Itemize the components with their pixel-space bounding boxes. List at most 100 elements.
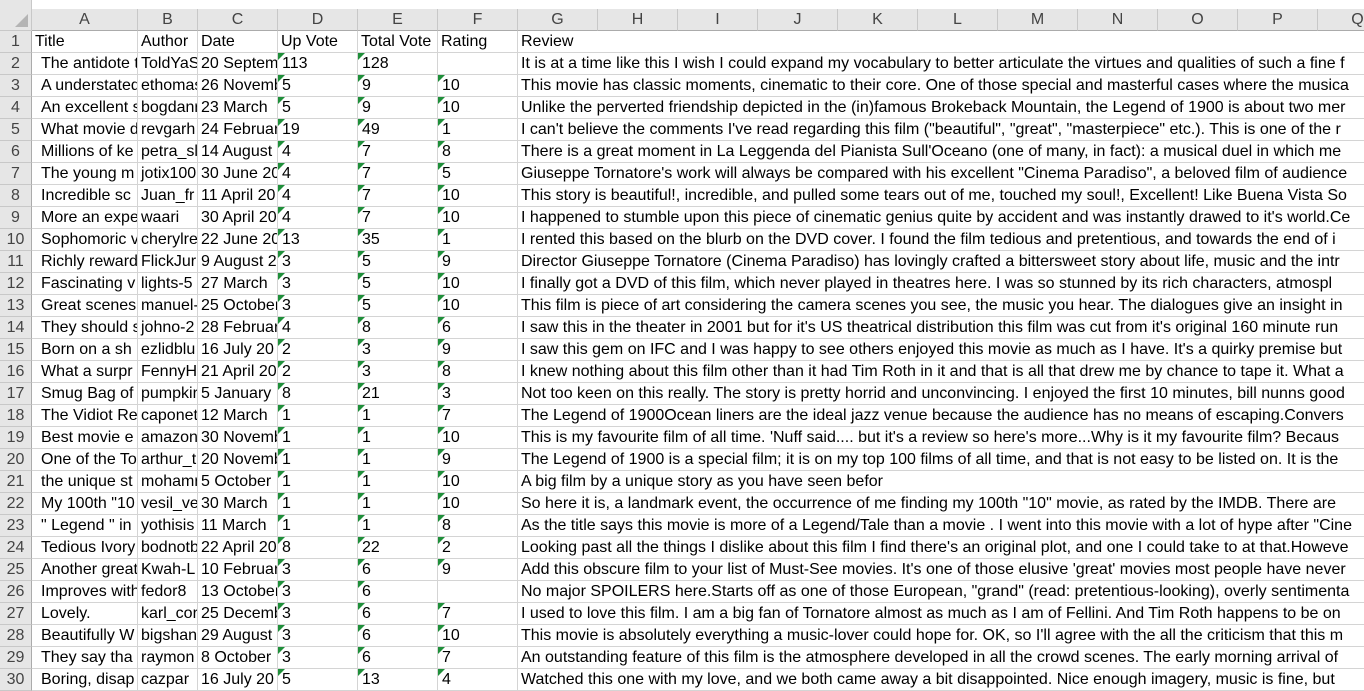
cell-b30[interactable]: cazpar: [138, 669, 198, 691]
cell-d28[interactable]: 3: [278, 625, 358, 647]
cell-d29[interactable]: 3: [278, 647, 358, 669]
cell-e3[interactable]: 9: [358, 75, 438, 97]
cell-f18[interactable]: 7: [438, 405, 518, 427]
cell-b19[interactable]: amazon: [138, 427, 198, 449]
cell-d21[interactable]: 1: [278, 471, 358, 493]
cell-d11[interactable]: 3: [278, 251, 358, 273]
cell-g12[interactable]: I finally got a DVD of this film, which …: [518, 273, 1364, 295]
cell-e29[interactable]: 6: [358, 647, 438, 669]
row-header-20[interactable]: 20: [0, 449, 32, 471]
cell-g30[interactable]: Watched this one with my love, and we bo…: [518, 669, 1364, 691]
cell-c7[interactable]: 30 June 20: [198, 163, 278, 185]
cell-d20[interactable]: 1: [278, 449, 358, 471]
column-header-h[interactable]: H: [598, 9, 678, 31]
cell-c11[interactable]: 9 August 2: [198, 251, 278, 273]
column-header-o[interactable]: O: [1158, 9, 1238, 31]
cell-c1[interactable]: Date: [198, 31, 278, 53]
row-header-30[interactable]: 30: [0, 669, 32, 691]
cell-a30[interactable]: Boring, disap: [32, 669, 138, 691]
cell-a13[interactable]: Great scenes: [32, 295, 138, 317]
cell-g27[interactable]: I used to love this film. I am a big fan…: [518, 603, 1364, 625]
cell-e20[interactable]: 1: [358, 449, 438, 471]
cell-g8[interactable]: This story is beautiful!, incredible, an…: [518, 185, 1364, 207]
cell-g6[interactable]: There is a great moment in La Leggenda d…: [518, 141, 1364, 163]
row-header-26[interactable]: 26: [0, 581, 32, 603]
cell-f10[interactable]: 1: [438, 229, 518, 251]
cell-d5[interactable]: 19: [278, 119, 358, 141]
cell-a2[interactable]: The antidote to: [32, 53, 138, 75]
cell-d16[interactable]: 2: [278, 361, 358, 383]
cell-e2[interactable]: 128: [358, 53, 438, 75]
cell-g2[interactable]: It is at a time like this I wish I could…: [518, 53, 1364, 75]
cell-b28[interactable]: bigshan: [138, 625, 198, 647]
cell-g11[interactable]: Director Giuseppe Tornatore (Cinema Para…: [518, 251, 1364, 273]
cell-f11[interactable]: 9: [438, 251, 518, 273]
cell-g4[interactable]: Unlike the perverted friendship depicted…: [518, 97, 1364, 119]
column-header-p[interactable]: P: [1238, 9, 1318, 31]
cell-f29[interactable]: 7: [438, 647, 518, 669]
cell-d14[interactable]: 4: [278, 317, 358, 339]
row-header-2[interactable]: 2: [0, 53, 32, 75]
cell-e9[interactable]: 7: [358, 207, 438, 229]
cell-c26[interactable]: 13 October: [198, 581, 278, 603]
cell-e14[interactable]: 8: [358, 317, 438, 339]
cell-a28[interactable]: Beautifully W: [32, 625, 138, 647]
cell-e23[interactable]: 1: [358, 515, 438, 537]
cell-d1[interactable]: Up Vote: [278, 31, 358, 53]
cell-f13[interactable]: 10: [438, 295, 518, 317]
column-header-k[interactable]: K: [838, 9, 918, 31]
row-header-1[interactable]: 1: [0, 31, 32, 53]
cell-a20[interactable]: One of the To: [32, 449, 138, 471]
cell-f16[interactable]: 8: [438, 361, 518, 383]
cell-a6[interactable]: Millions of ke: [32, 141, 138, 163]
column-header-b[interactable]: B: [138, 9, 198, 31]
cell-e27[interactable]: 6: [358, 603, 438, 625]
cell-f15[interactable]: 9: [438, 339, 518, 361]
cell-g28[interactable]: This movie is absolutely everything a mu…: [518, 625, 1364, 647]
cell-g16[interactable]: I knew nothing about this film other tha…: [518, 361, 1364, 383]
cell-c29[interactable]: 8 October: [198, 647, 278, 669]
cell-d19[interactable]: 1: [278, 427, 358, 449]
cell-c30[interactable]: 16 July 20: [198, 669, 278, 691]
cell-g15[interactable]: I saw this gem on IFC and I was happy to…: [518, 339, 1364, 361]
row-header-28[interactable]: 28: [0, 625, 32, 647]
cell-f2[interactable]: [438, 53, 518, 75]
row-header-12[interactable]: 12: [0, 273, 32, 295]
row-header-22[interactable]: 22: [0, 493, 32, 515]
cell-g22[interactable]: So here it is, a landmark event, the occ…: [518, 493, 1364, 515]
cell-e26[interactable]: 6: [358, 581, 438, 603]
cell-e8[interactable]: 7: [358, 185, 438, 207]
cell-a16[interactable]: What a surpr: [32, 361, 138, 383]
cell-e18[interactable]: 1: [358, 405, 438, 427]
cell-f7[interactable]: 5: [438, 163, 518, 185]
cell-d13[interactable]: 3: [278, 295, 358, 317]
cell-g3[interactable]: This movie has classic moments, cinemati…: [518, 75, 1364, 97]
column-header-d[interactable]: D: [278, 9, 358, 31]
cell-e15[interactable]: 3: [358, 339, 438, 361]
cell-f30[interactable]: 4: [438, 669, 518, 691]
cell-a21[interactable]: the unique st: [32, 471, 138, 493]
row-header-7[interactable]: 7: [0, 163, 32, 185]
cell-c24[interactable]: 22 April 20: [198, 537, 278, 559]
row-header-11[interactable]: 11: [0, 251, 32, 273]
cell-b9[interactable]: waari: [138, 207, 198, 229]
cell-b3[interactable]: ethomas: [138, 75, 198, 97]
column-header-a[interactable]: A: [32, 9, 138, 31]
cell-g5[interactable]: I can't believe the comments I've read r…: [518, 119, 1364, 141]
cell-d8[interactable]: 4: [278, 185, 358, 207]
cell-b12[interactable]: lights-5: [138, 273, 198, 295]
cell-b6[interactable]: petra_sl: [138, 141, 198, 163]
cell-a29[interactable]: They say tha: [32, 647, 138, 669]
cell-c14[interactable]: 28 February: [198, 317, 278, 339]
cell-c23[interactable]: 11 March: [198, 515, 278, 537]
cell-f5[interactable]: 1: [438, 119, 518, 141]
cell-b5[interactable]: revgarh: [138, 119, 198, 141]
cell-e19[interactable]: 1: [358, 427, 438, 449]
cell-b17[interactable]: pumpkir: [138, 383, 198, 405]
cell-b13[interactable]: manuel-: [138, 295, 198, 317]
cell-a15[interactable]: Born on a sh: [32, 339, 138, 361]
cell-b26[interactable]: fedor8: [138, 581, 198, 603]
cell-a18[interactable]: The Vidiot Re: [32, 405, 138, 427]
cell-e30[interactable]: 13: [358, 669, 438, 691]
column-header-i[interactable]: I: [678, 9, 758, 31]
